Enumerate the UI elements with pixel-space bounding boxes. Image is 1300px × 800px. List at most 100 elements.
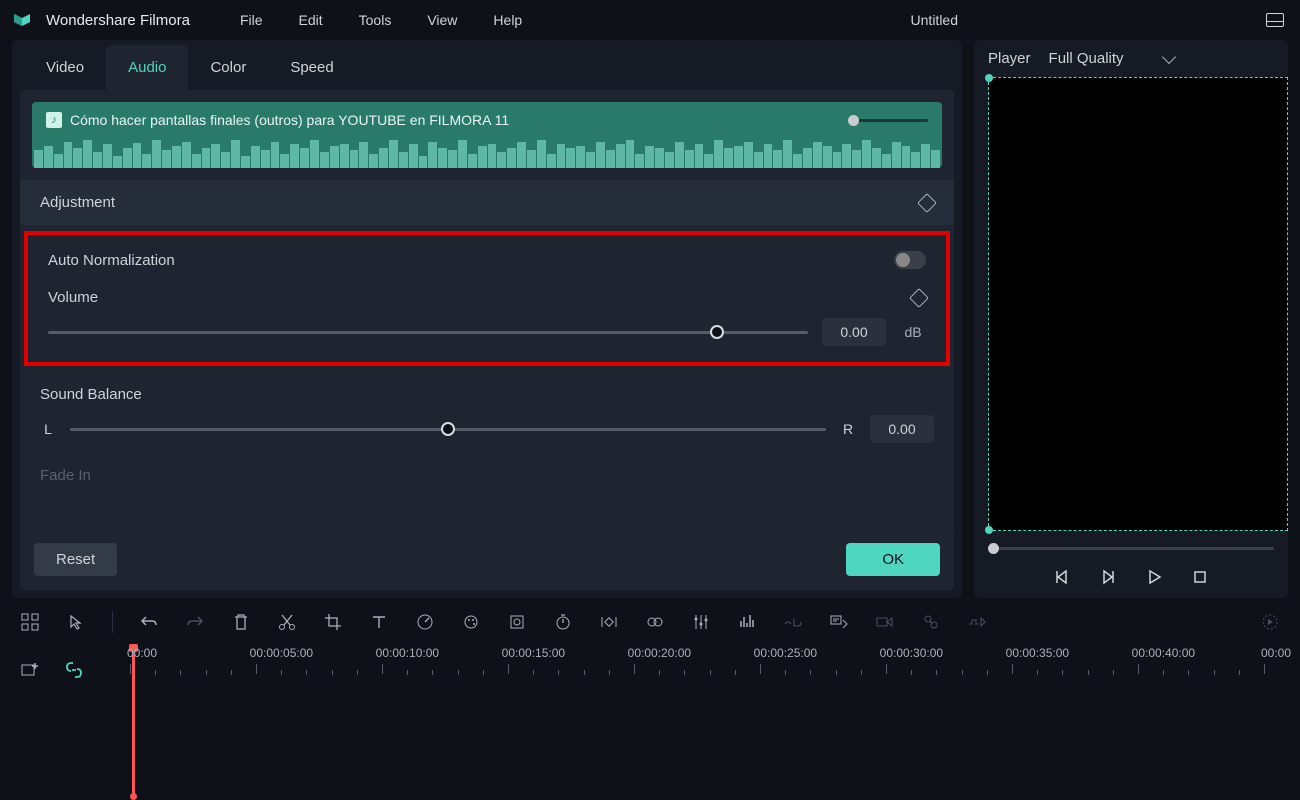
menu-view[interactable]: View: [413, 8, 471, 32]
volume-unit: dB: [900, 324, 926, 340]
crop-handle-top-left[interactable]: [985, 74, 993, 82]
crop-icon[interactable]: [323, 612, 343, 632]
clip-title: Cómo hacer pantallas finales (outros) pa…: [70, 112, 509, 128]
player-panel: Player Full Quality: [974, 40, 1288, 598]
section-auto-normalization: Auto Normalization: [44, 241, 930, 279]
tab-audio[interactable]: Audio: [106, 45, 188, 90]
voiceover-icon[interactable]: [921, 612, 941, 632]
keyframe-adjustment-icon[interactable]: [917, 193, 937, 213]
ruler-label: 00:00:10:00: [376, 646, 439, 660]
adjust-icon[interactable]: [691, 612, 711, 632]
timer-icon[interactable]: [553, 612, 573, 632]
mask-icon[interactable]: [507, 612, 527, 632]
equalizer-icon[interactable]: [737, 612, 757, 632]
balance-slider-row: L R 0.00: [20, 411, 954, 453]
ruler-label: 00:00:20:00: [628, 646, 691, 660]
menu-tools[interactable]: Tools: [345, 8, 406, 32]
volume-label: Volume: [48, 289, 98, 306]
timeline-ruler[interactable]: 00:00 00:00:05:00 00:00:10:00 00:00:15:00 00…: [130, 646, 1300, 746]
sound-balance-label: Sound Balance: [40, 386, 142, 403]
preview-area[interactable]: [988, 77, 1288, 531]
redo-icon[interactable]: [185, 612, 205, 632]
tab-video[interactable]: Video: [24, 45, 106, 90]
ruler-label: 00:00:25:00: [754, 646, 817, 660]
menu-help[interactable]: Help: [479, 8, 536, 32]
speed-icon[interactable]: [415, 612, 435, 632]
balance-slider-thumb[interactable]: [441, 422, 455, 436]
keyframe-volume-icon[interactable]: [909, 288, 929, 308]
adjustment-label: Adjustment: [40, 194, 115, 211]
quality-select[interactable]: Full Quality: [1049, 50, 1174, 67]
layout-icon[interactable]: [1266, 13, 1284, 27]
chroma-icon[interactable]: [645, 612, 665, 632]
document-title: Untitled: [911, 12, 958, 28]
cut-icon[interactable]: [277, 612, 297, 632]
stt-icon[interactable]: [829, 612, 849, 632]
balance-value[interactable]: 0.00: [870, 415, 934, 443]
stop-button[interactable]: [1191, 568, 1209, 586]
player-label: Player: [988, 50, 1031, 67]
audio-clip[interactable]: ♪ Cómo hacer pantallas finales (outros) …: [32, 102, 942, 168]
quality-value: Full Quality: [1049, 50, 1124, 67]
player-controls: [974, 568, 1288, 586]
record-icon[interactable]: [875, 612, 895, 632]
undo-icon[interactable]: [139, 612, 159, 632]
menubar: Wondershare Filmora File Edit Tools View…: [0, 0, 1300, 40]
balance-slider[interactable]: [70, 428, 826, 431]
pointer-icon[interactable]: [66, 612, 86, 632]
ruler-label: 00:00:35:00: [1006, 646, 1069, 660]
delete-icon[interactable]: [231, 612, 251, 632]
grid-icon[interactable]: [20, 612, 40, 632]
play-button[interactable]: [1145, 568, 1163, 586]
section-volume: Volume: [44, 279, 930, 316]
crop-handle-bottom-left[interactable]: [985, 526, 993, 534]
volume-slider-thumb[interactable]: [710, 325, 724, 339]
section-fade-in: Fade In: [20, 453, 954, 498]
prev-frame-button[interactable]: [1053, 568, 1071, 586]
ruler-label: 00:00:30:00: [880, 646, 943, 660]
properties-panel: Video Audio Color Speed ♪ Cómo hacer pan…: [12, 40, 962, 598]
balance-right-label: R: [840, 421, 856, 437]
link-icon[interactable]: [64, 660, 84, 680]
add-track-icon[interactable]: [20, 660, 40, 680]
app-logo: [12, 10, 32, 30]
balance-left-label: L: [40, 421, 56, 437]
menu-file[interactable]: File: [226, 8, 277, 32]
step-forward-button[interactable]: [1099, 568, 1117, 586]
auto-normalization-toggle[interactable]: [894, 251, 926, 269]
render-icon[interactable]: [1260, 612, 1280, 632]
text-icon[interactable]: [369, 612, 389, 632]
color-icon[interactable]: [461, 612, 481, 632]
section-sound-balance: Sound Balance: [20, 372, 954, 411]
highlighted-section: Auto Normalization Volume 0.00 dB: [24, 231, 950, 366]
menu-edit[interactable]: Edit: [285, 8, 337, 32]
ok-button[interactable]: OK: [846, 543, 940, 576]
app-title: Wondershare Filmora: [46, 12, 190, 29]
auto-normalization-label: Auto Normalization: [48, 252, 175, 269]
audio-properties: ♪ Cómo hacer pantallas finales (outros) …: [20, 90, 954, 529]
volume-slider[interactable]: [48, 331, 808, 334]
progress-thumb[interactable]: [988, 543, 999, 554]
volume-value[interactable]: 0.00: [822, 318, 886, 346]
waveform: [32, 138, 942, 168]
property-tabs: Video Audio Color Speed: [12, 40, 962, 90]
progress-bar[interactable]: [988, 547, 1274, 550]
ruler-label: 00:00:15:00: [502, 646, 565, 660]
chevron-down-icon: [1161, 50, 1175, 64]
tab-color[interactable]: Color: [188, 45, 268, 90]
ruler-label: 00:00:05:00: [250, 646, 313, 660]
fade-in-label: Fade In: [40, 467, 91, 484]
volume-slider-row: 0.00 dB: [44, 316, 930, 356]
detach-audio-icon[interactable]: [783, 612, 803, 632]
tab-speed[interactable]: Speed: [268, 45, 355, 90]
ruler-label: 00:00: [1261, 646, 1291, 660]
keyframe-tool-icon[interactable]: [599, 612, 619, 632]
audio-sync-icon[interactable]: [967, 612, 987, 632]
ruler-label: 00:00: [127, 646, 157, 660]
music-icon: ♪: [46, 112, 62, 128]
timeline-toolbar: [0, 598, 1300, 646]
reset-button[interactable]: Reset: [34, 543, 117, 576]
ruler-label: 00:00:40:00: [1132, 646, 1195, 660]
section-adjustment: Adjustment: [20, 180, 954, 225]
timeline: 00:00 00:00:05:00 00:00:10:00 00:00:15:00 00…: [0, 646, 1300, 746]
